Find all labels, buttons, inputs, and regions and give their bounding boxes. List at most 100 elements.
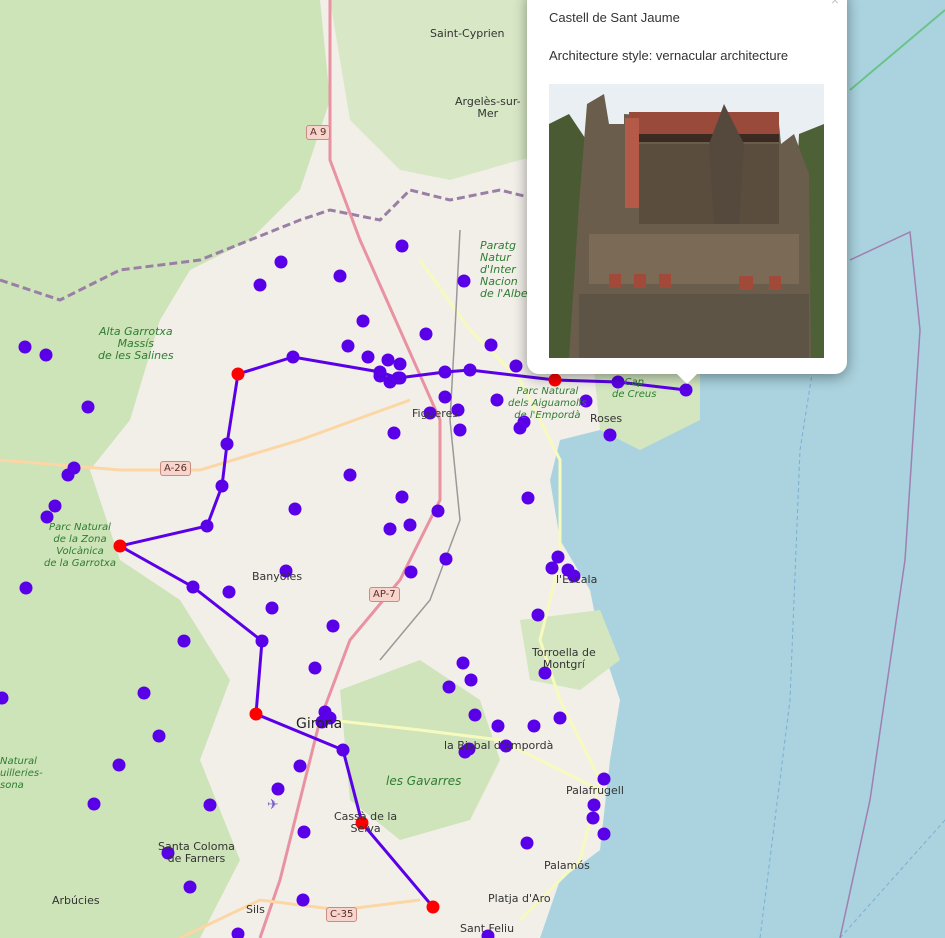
poi-marker[interactable] <box>431 504 445 518</box>
poi-marker[interactable] <box>222 585 236 599</box>
poi-marker[interactable] <box>442 680 456 694</box>
route-marker[interactable] <box>391 371 405 385</box>
poi-marker[interactable] <box>361 350 375 364</box>
poi-marker[interactable] <box>333 269 347 283</box>
poi-marker[interactable] <box>18 340 32 354</box>
poi-marker[interactable] <box>48 499 62 513</box>
poi-marker[interactable] <box>456 656 470 670</box>
poi-marker[interactable] <box>231 927 245 938</box>
route-marker[interactable] <box>220 437 234 451</box>
info-popup: × Castell de Sant Jaume Architecture sty… <box>527 0 847 384</box>
label-lescala: l'Escala <box>556 573 598 586</box>
route-marker[interactable] <box>679 383 693 397</box>
route-marker[interactable] <box>215 479 229 493</box>
poi-marker[interactable] <box>419 327 433 341</box>
poi-marker[interactable] <box>403 518 417 532</box>
poi-marker[interactable] <box>61 468 75 482</box>
poi-marker[interactable] <box>453 423 467 437</box>
road-shield-c35: C-35 <box>326 907 358 922</box>
stop-marker[interactable] <box>231 367 245 381</box>
poi-marker[interactable] <box>439 552 453 566</box>
poi-marker[interactable] <box>509 359 523 373</box>
poi-marker[interactable] <box>343 468 357 482</box>
poi-marker[interactable] <box>586 811 600 825</box>
poi-marker[interactable] <box>308 661 322 675</box>
route-marker[interactable] <box>373 365 387 379</box>
poi-marker[interactable] <box>296 893 310 907</box>
stop-marker[interactable] <box>548 373 562 387</box>
label-paratge: Paratg Natur d'Inter Nacion de l'Albe <box>480 239 528 300</box>
poi-marker[interactable] <box>491 719 505 733</box>
label-cassa: Cassà de la Selva <box>334 810 398 835</box>
poi-marker[interactable] <box>520 836 534 850</box>
poi-marker[interactable] <box>203 798 217 812</box>
label-sils: Sils <box>246 903 265 916</box>
poi-marker[interactable] <box>356 314 370 328</box>
poi-marker[interactable] <box>253 278 267 292</box>
poi-marker[interactable] <box>513 421 527 435</box>
label-platja-aro: Platja d'Aro <box>488 892 551 905</box>
poi-marker[interactable] <box>271 782 285 796</box>
poi-marker[interactable] <box>531 608 545 622</box>
poi-marker[interactable] <box>19 581 33 595</box>
poi-marker[interactable] <box>112 758 126 772</box>
poi-marker[interactable] <box>87 797 101 811</box>
route-marker[interactable] <box>286 350 300 364</box>
poi-marker[interactable] <box>490 393 504 407</box>
poi-marker[interactable] <box>274 255 288 269</box>
poi-marker[interactable] <box>457 274 471 288</box>
route-marker[interactable] <box>186 580 200 594</box>
poi-marker[interactable] <box>177 634 191 648</box>
poi-marker[interactable] <box>288 502 302 516</box>
poi-marker[interactable] <box>484 338 498 352</box>
route-marker[interactable] <box>336 743 350 757</box>
poi-marker[interactable] <box>293 759 307 773</box>
label-gavarres: les Gavarres <box>386 774 462 788</box>
poi-marker[interactable] <box>381 353 395 367</box>
label-alta-garrotxa: Alta Garrotxa Massís de les Salines <box>98 325 174 362</box>
poi-marker[interactable] <box>183 880 197 894</box>
poi-marker[interactable] <box>527 719 541 733</box>
poi-marker[interactable] <box>468 708 482 722</box>
poi-marker[interactable] <box>326 619 340 633</box>
poi-marker[interactable] <box>551 550 565 564</box>
poi-marker[interactable] <box>265 601 279 615</box>
route-marker[interactable] <box>200 519 214 533</box>
road-shield-ap7: AP-7 <box>369 587 400 602</box>
route-marker[interactable] <box>255 634 269 648</box>
label-saint-cyprien: Saint-Cyprien <box>430 27 505 40</box>
stop-marker[interactable] <box>426 900 440 914</box>
stop-marker[interactable] <box>249 707 263 721</box>
poi-marker[interactable] <box>464 673 478 687</box>
poi-marker[interactable] <box>553 711 567 725</box>
close-icon[interactable]: × <box>831 0 839 8</box>
label-santa-coloma: Santa Coloma de Farners <box>158 840 235 865</box>
poi-marker[interactable] <box>383 522 397 536</box>
poi-marker[interactable] <box>341 339 355 353</box>
route-marker[interactable] <box>463 363 477 377</box>
label-cap-de-creus: Cap de Creus <box>612 377 657 400</box>
label-bisbal: la Bisbal d'Empordà <box>444 739 554 752</box>
label-aiguamolls: Parc Natural dels Aiguamolls de l'Empord… <box>508 386 587 421</box>
label-argeles: Argelès-sur- Mer <box>455 95 521 120</box>
poi-marker[interactable] <box>137 686 151 700</box>
poi-marker[interactable] <box>603 428 617 442</box>
poi-marker[interactable] <box>587 798 601 812</box>
road-shield-a9: A 9 <box>306 125 331 140</box>
label-palamos: Palamós <box>544 859 590 872</box>
poi-marker[interactable] <box>438 390 452 404</box>
poi-marker[interactable] <box>395 490 409 504</box>
poi-marker[interactable] <box>387 426 401 440</box>
poi-marker[interactable] <box>39 348 53 362</box>
poi-marker[interactable] <box>404 565 418 579</box>
poi-marker[interactable] <box>395 239 409 253</box>
poi-marker[interactable] <box>297 825 311 839</box>
label-palafrugell: Palafrugell <box>566 784 624 797</box>
poi-marker[interactable] <box>81 400 95 414</box>
popup-tip <box>677 374 697 384</box>
poi-marker[interactable] <box>393 357 407 371</box>
poi-marker[interactable] <box>521 491 535 505</box>
poi-marker[interactable] <box>152 729 166 743</box>
route-marker[interactable] <box>438 365 452 379</box>
poi-marker[interactable] <box>597 827 611 841</box>
